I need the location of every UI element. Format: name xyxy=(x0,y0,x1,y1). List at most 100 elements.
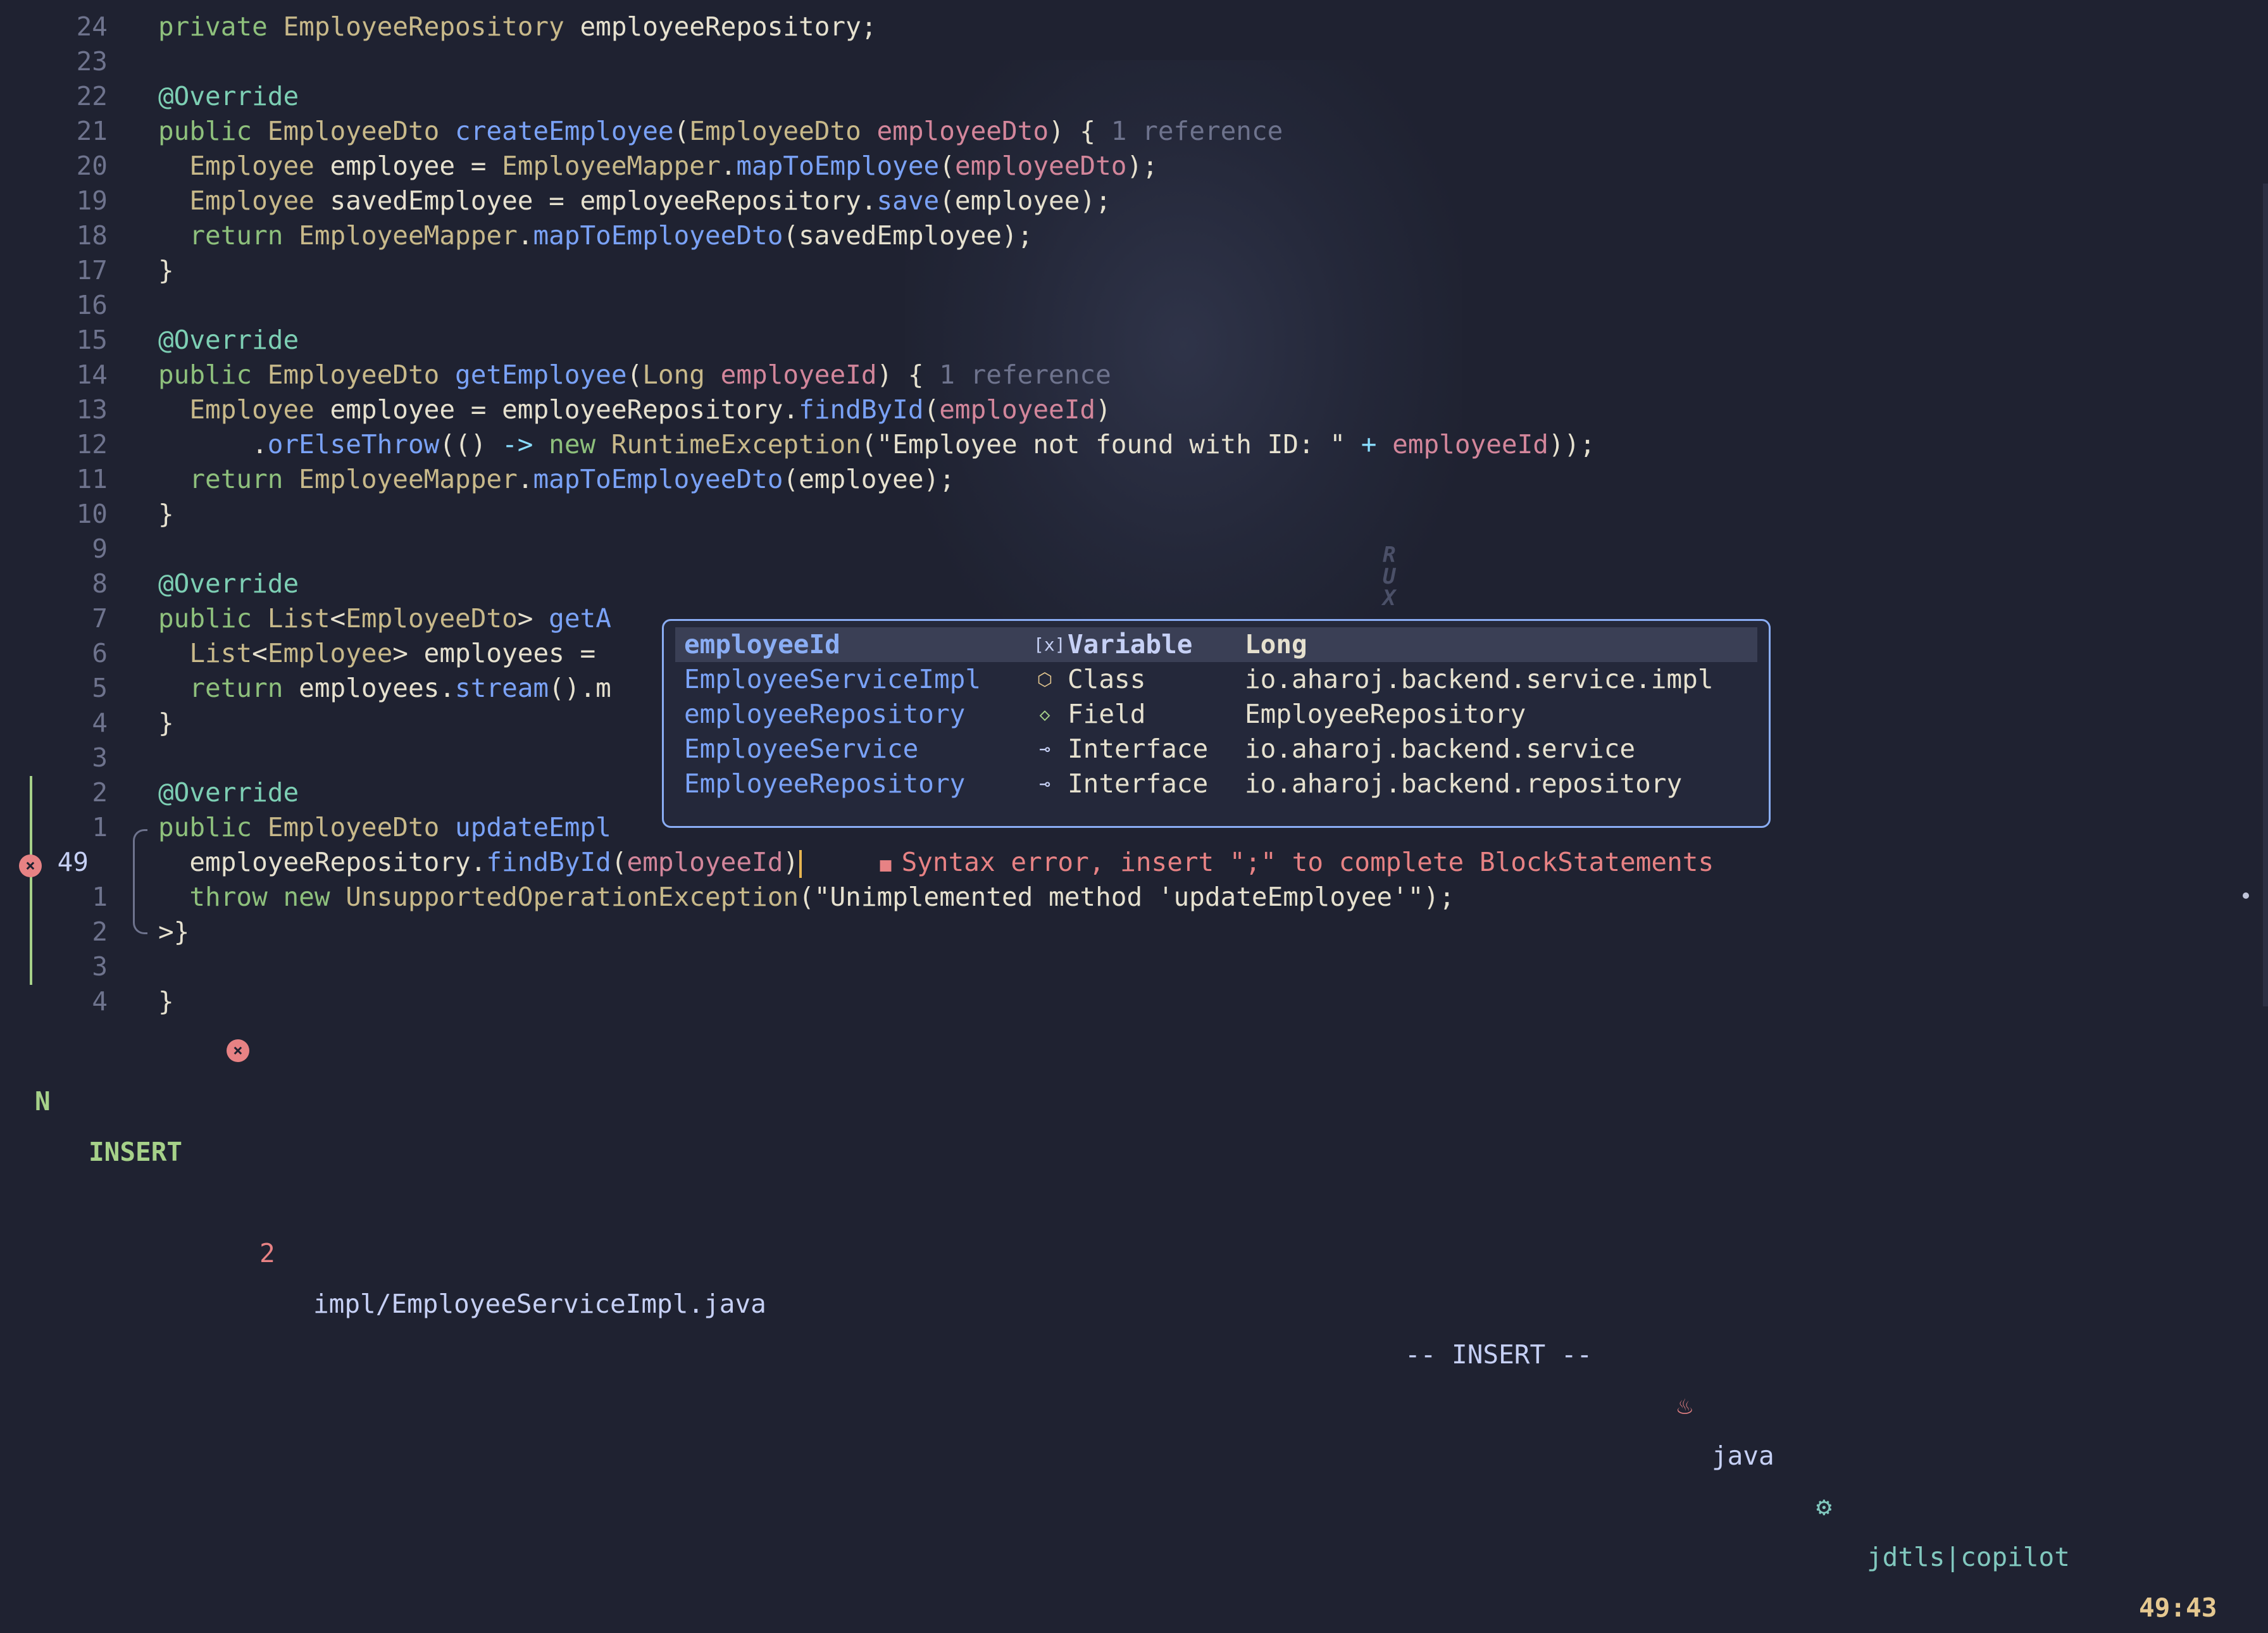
code-line[interactable]: 49 employeeRepository.findById(employeeI… xyxy=(0,845,2268,880)
code-token: > employees = xyxy=(392,638,611,668)
code-token: stream xyxy=(455,673,549,703)
completion-name: EmployeeRepository xyxy=(684,768,966,799)
code-line[interactable]: 14 public EmployeeDto getEmployee(Long em… xyxy=(0,358,2268,392)
code-token: > xyxy=(517,603,549,634)
code-token: employeeId xyxy=(939,394,1096,425)
completion-kind: Interface xyxy=(1068,768,1209,799)
code-token: Long xyxy=(642,360,721,390)
code-line[interactable]: 19 Employee savedEmployee = employeeRepo… xyxy=(0,184,2268,218)
code-token: ( xyxy=(923,394,940,425)
code-text: private EmployeeRepository employeeRepos… xyxy=(158,9,876,44)
code-token: ) xyxy=(1095,394,1111,425)
code-line[interactable]: 1 throw new UnsupportedOperationExceptio… xyxy=(0,880,2268,915)
insert-mode-message: -- INSERT -- xyxy=(1405,1339,1593,1370)
code-line[interactable]: 2 >} xyxy=(0,915,2268,949)
code-token: ().m xyxy=(549,673,611,703)
completion-name: EmployeeService xyxy=(684,734,919,764)
code-token: return xyxy=(189,464,299,494)
code-text: } xyxy=(158,497,174,532)
code-token: List xyxy=(189,638,252,668)
code-token: new xyxy=(533,429,611,460)
code-line[interactable]: 13 Employee employee = employeeRepositor… xyxy=(0,392,2268,427)
code-text: >} xyxy=(158,915,189,949)
line-number: 18 xyxy=(76,220,108,251)
completion-item[interactable]: EmployeeServiceImpl ⬡ Class io.aharoj.backe… xyxy=(675,662,1757,697)
code-token: EmployeeRepository xyxy=(283,11,580,42)
code-token: (() xyxy=(439,429,502,460)
completion-detail: io.aharoj.backend.service xyxy=(1245,734,1636,764)
line-number: 3 xyxy=(92,951,108,982)
code-line[interactable]: 18 return EmployeeMapper.mapToEmployeeDt… xyxy=(0,218,2268,253)
code-text: employeeRepository.findById(employeeId) … xyxy=(158,845,1714,882)
completion-item[interactable]: employeeRepository ◇ Field EmployeeReposito… xyxy=(675,697,1757,732)
code-line[interactable]: 3 xyxy=(0,949,2268,984)
code-token: Employee xyxy=(189,151,330,181)
mode-indicator: INSERT xyxy=(89,1137,183,1167)
code-line[interactable]: 9 xyxy=(0,532,2268,566)
code-line[interactable]: 15 @Override xyxy=(0,323,2268,358)
code-line[interactable]: 21 public EmployeeDto createEmployee(Empl… xyxy=(0,114,2268,149)
scrollbar[interactable] xyxy=(2263,184,2268,1006)
file-path: impl/EmployeeServiceImpl.java xyxy=(313,1289,766,1319)
code-token: Employee xyxy=(189,185,330,216)
completion-detail: io.aharoj.backend.service.impl xyxy=(1245,664,1714,694)
completion-name: employeeRepository xyxy=(684,699,966,729)
code-token: @Override xyxy=(158,568,299,599)
code-token: createEmployee xyxy=(455,116,674,146)
code-token: save xyxy=(876,185,940,216)
completion-detail: EmployeeRepository xyxy=(1245,699,1526,729)
code-token: . xyxy=(517,220,533,251)
completion-kind-icon: ⊸ xyxy=(1039,739,1050,760)
code-token: Employee xyxy=(267,638,393,668)
code-token: 1 reference xyxy=(939,360,1111,390)
code-line[interactable]: 23 xyxy=(0,44,2268,79)
line-number: 15 xyxy=(76,325,108,355)
code-line[interactable]: 4} xyxy=(0,984,2268,1019)
code-text: Employee employee = employeeRepository.f… xyxy=(158,392,1111,427)
line-number: 3 xyxy=(92,742,108,773)
code-token: (employee); xyxy=(939,185,1111,216)
code-token: updateEmpl xyxy=(455,812,611,842)
code-token: ) { xyxy=(1049,116,1111,146)
code-line[interactable]: 12 .orElseThrow(() -> new RuntimeExcepti… xyxy=(0,427,2268,462)
line-number: 13 xyxy=(76,394,108,425)
code-line[interactable]: 16 xyxy=(0,288,2268,323)
code-token: return xyxy=(189,673,299,703)
code-text: Employee employee = EmployeeMapper.mapTo… xyxy=(158,149,1157,184)
code-token: return xyxy=(189,220,299,251)
completion-kind-icon: ⬡ xyxy=(1037,669,1053,690)
code-line[interactable]: 10} xyxy=(0,497,2268,532)
code-line[interactable]: 24 private EmployeeRepository employeeRep… xyxy=(0,9,2268,44)
code-token: (savedEmployee); xyxy=(783,220,1033,251)
error-count-icon: × xyxy=(227,1039,249,1062)
code-text: public EmployeeDto getEmployee(Long empl… xyxy=(158,358,1111,392)
code-token: } xyxy=(158,255,174,285)
code-line[interactable]: 17} xyxy=(0,253,2268,288)
diagnostic-marker-icon: ■ xyxy=(880,854,892,876)
completion-kind: Variable xyxy=(1068,629,1193,660)
completion-item[interactable]: employeeId [x] Variable Long xyxy=(675,627,1757,662)
completion-detail: Long xyxy=(1245,629,1307,660)
code-token: employee = employeeRepository. xyxy=(330,394,799,425)
line-number: 19 xyxy=(76,185,108,216)
code-token: >} xyxy=(158,917,190,947)
completion-kind: Field xyxy=(1068,699,1146,729)
code-text: throw new UnsupportedOperationException(… xyxy=(158,880,1454,915)
line-number: 9 xyxy=(92,534,108,564)
line-number: 2 xyxy=(92,777,108,808)
completion-popup[interactable]: employeeId [x] Variable Long EmployeeService… xyxy=(662,619,1771,828)
line-number: 21 xyxy=(76,116,108,146)
code-token: mapToEmployeeDto xyxy=(533,464,783,494)
line-number: 23 xyxy=(76,46,108,77)
code-token: . xyxy=(720,151,737,181)
code-line[interactable]: 22 @Override xyxy=(0,79,2268,114)
code-line[interactable]: 8 @Override xyxy=(0,566,2268,601)
code-text: public EmployeeDto createEmployee(Employ… xyxy=(158,114,1283,149)
completion-item[interactable]: EmployeeRepository ⊸ Interface io.aharoj.ba… xyxy=(675,766,1757,801)
code-line[interactable]: 20 Employee employee = EmployeeMapper.ma… xyxy=(0,149,2268,184)
completion-item[interactable]: EmployeeService ⊸ Interface io.aharoj.backe… xyxy=(675,732,1757,766)
code-line[interactable]: 11 return EmployeeMapper.mapToEmployeeDt… xyxy=(0,462,2268,497)
line-number: 1 xyxy=(92,812,108,842)
